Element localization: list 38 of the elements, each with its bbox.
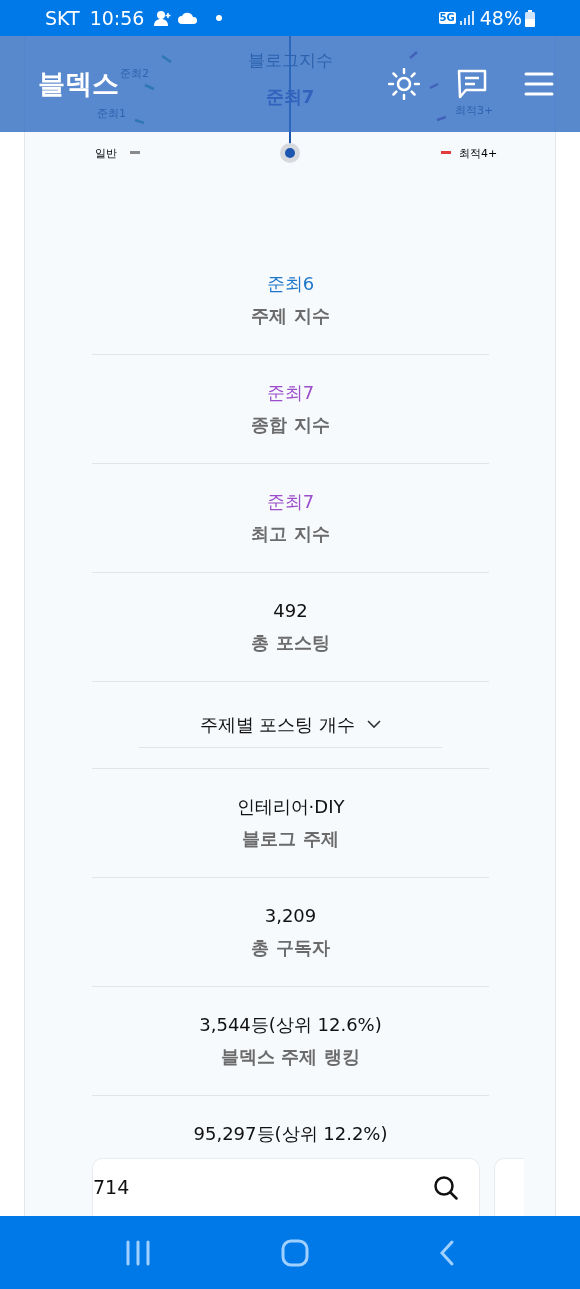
stat-label: 블덱스 주제 랭킹 xyxy=(221,1045,360,1069)
scale-label: 일반 xyxy=(95,146,117,162)
stat-value: 95,297등(상위 12.2%) xyxy=(193,1122,388,1146)
app-logo[interactable]: 블덱스 xyxy=(38,68,119,100)
sun-icon[interactable] xyxy=(388,68,420,100)
stat-value: 준최6 xyxy=(266,272,315,296)
stat-label: 블로그 주제 xyxy=(242,827,339,851)
chevron-icon xyxy=(367,720,382,729)
stat-label: 주제 지수 xyxy=(251,304,330,328)
carrier-name: SKT xyxy=(45,5,80,31)
search-input[interactable]: 714 xyxy=(93,1173,433,1202)
stat-value: 3,544등(상위 12.6%) xyxy=(199,1013,382,1037)
cloud-icon xyxy=(178,12,199,24)
stat-label: 총 포스팅 xyxy=(251,631,330,655)
search-field[interactable]: 714 xyxy=(92,1158,480,1216)
menu-icon[interactable] xyxy=(524,72,554,96)
network-type: 5G xyxy=(438,12,456,24)
scale-label: 최적4+ xyxy=(459,146,498,162)
clock-time: 10:56 xyxy=(89,5,145,31)
chat-icon[interactable] xyxy=(456,68,488,100)
stat-value: 3,209 xyxy=(264,904,317,928)
home-icon[interactable] xyxy=(281,1238,309,1267)
search-icon[interactable] xyxy=(433,1174,459,1201)
stat-label: 종합 지수 xyxy=(251,413,330,437)
stat-label: 총 구독자 xyxy=(251,936,330,960)
stat-value: 인테리어·DIY xyxy=(236,795,345,819)
battery-percentage: 48% xyxy=(479,5,522,31)
stat-value: 준최7 xyxy=(266,490,315,514)
back-icon[interactable] xyxy=(437,1238,456,1267)
stat-value: 492 xyxy=(273,599,308,623)
battery-icon xyxy=(525,9,535,27)
stat-label: 최고 지수 xyxy=(251,522,330,546)
stat-value: 준최7 xyxy=(266,381,315,405)
person-icon xyxy=(154,10,173,26)
posting-count-dropdown[interactable]: 주제별 포스팅 개수 xyxy=(139,702,442,748)
dot-icon xyxy=(216,15,223,21)
recent-apps-icon[interactable] xyxy=(124,1239,153,1266)
signal-icon xyxy=(459,11,474,25)
